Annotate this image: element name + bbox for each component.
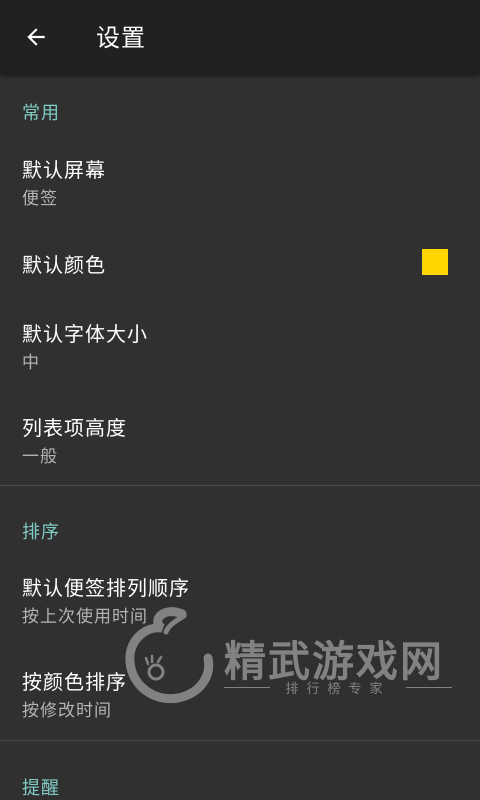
pref-default-font-size-title: 默认字体大小 [22,322,148,346]
pref-default-sort-order[interactable]: 默认便签排列顺序 按上次使用时间 [0,550,480,642]
section-header-sort: 排序 [22,522,60,543]
divider [0,485,480,486]
settings-list[interactable]: 常用 默认屏幕 便签 默认颜色 默认字体大小 中 列表项高度 一般 排序 默认便… [0,74,480,800]
divider [0,740,480,741]
pref-sort-by-color-summary: 按修改时间 [22,701,112,721]
pref-default-font-size-summary: 中 [22,353,40,373]
pref-list-item-height-title: 列表项高度 [22,416,127,440]
back-button[interactable] [14,15,58,59]
section-header-reminder: 提醒 [22,778,60,799]
pref-default-sort-order-summary: 按上次使用时间 [22,607,148,627]
app-bar: 设置 [0,0,480,74]
pref-default-screen-summary: 便签 [22,189,58,209]
pref-default-screen-title: 默认屏幕 [22,158,106,182]
arrow-left-icon [27,28,45,46]
color-swatch [422,249,448,275]
pref-default-sort-order-title: 默认便签排列顺序 [22,576,190,600]
pref-list-item-height[interactable]: 列表项高度 一般 [0,392,480,484]
pref-default-color[interactable]: 默认颜色 [0,224,480,300]
section-header-common: 常用 [22,103,60,124]
pref-default-screen[interactable]: 默认屏幕 便签 [0,130,480,224]
pref-sort-by-color[interactable]: 按颜色排序 按修改时间 [0,642,480,738]
pref-default-font-size[interactable]: 默认字体大小 中 [0,300,480,392]
pref-list-item-height-summary: 一般 [22,447,58,467]
pref-sort-by-color-title: 按颜色排序 [22,670,127,694]
pref-default-color-title: 默认颜色 [22,253,106,277]
page-title: 设置 [96,24,146,52]
